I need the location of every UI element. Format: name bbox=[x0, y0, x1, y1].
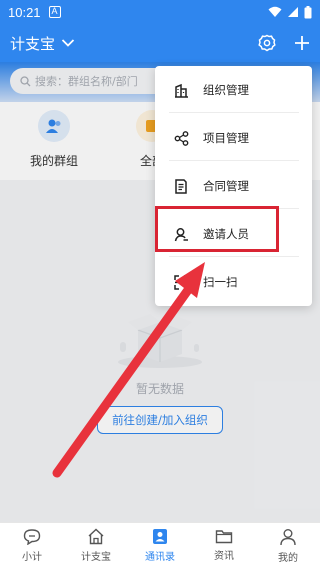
menu-item-organization-management[interactable]: 组织管理 bbox=[155, 68, 312, 112]
menu-item-project-management[interactable]: 项目管理 bbox=[155, 116, 312, 160]
tab-contacts[interactable]: 通讯录 bbox=[128, 523, 192, 568]
tab-chat[interactable]: 小计 bbox=[0, 523, 64, 568]
settings-icon[interactable] bbox=[258, 34, 276, 52]
wifi-icon bbox=[268, 6, 282, 17]
tab-home[interactable]: 计支宝 bbox=[64, 523, 128, 568]
status-icons bbox=[268, 5, 312, 19]
building-icon bbox=[173, 82, 189, 98]
bottom-tab-bar: 小计 计支宝 通讯录 资讯 我的 bbox=[0, 522, 320, 568]
tab-profile[interactable]: 我的 bbox=[256, 523, 320, 568]
share-nodes-icon bbox=[173, 130, 189, 146]
notification-badge: A bbox=[48, 6, 61, 18]
document-icon bbox=[173, 178, 189, 194]
tab-news[interactable]: 资讯 bbox=[192, 523, 256, 568]
menu-item-label: 扫一扫 bbox=[203, 275, 238, 289]
folder-icon bbox=[215, 530, 233, 544]
menu-divider bbox=[169, 160, 299, 161]
menu-item-scan[interactable]: 扫一扫 bbox=[155, 260, 312, 304]
tab-label: 小计 bbox=[22, 551, 42, 563]
tab-label: 计支宝 bbox=[81, 552, 111, 563]
tab-label: 通讯录 bbox=[145, 552, 175, 563]
menu-divider bbox=[169, 112, 299, 113]
scan-icon bbox=[173, 274, 189, 290]
highlight-box bbox=[155, 206, 279, 252]
menu-item-label: 项目管理 bbox=[203, 131, 249, 145]
status-bar: 10:21 A bbox=[0, 0, 320, 24]
app-title[interactable]: 计支宝 bbox=[10, 33, 55, 54]
menu-item-label: 合同管理 bbox=[203, 179, 249, 193]
home-icon bbox=[88, 528, 104, 545]
tab-label: 资讯 bbox=[214, 551, 234, 562]
status-time: 10:21 bbox=[8, 4, 41, 20]
battery-icon bbox=[304, 5, 312, 18]
tab-label: 我的 bbox=[278, 552, 298, 564]
chat-icon bbox=[23, 528, 41, 545]
profile-icon bbox=[280, 528, 296, 545]
menu-divider bbox=[169, 256, 299, 257]
chevron-down-icon[interactable] bbox=[61, 38, 75, 48]
add-icon[interactable] bbox=[294, 35, 310, 51]
menu-item-label: 组织管理 bbox=[203, 83, 249, 97]
app-bar: 计支宝 bbox=[0, 24, 320, 62]
signal-icon bbox=[288, 7, 298, 17]
menu-item-contract-management[interactable]: 合同管理 bbox=[155, 164, 312, 208]
dropdown-menu: 组织管理 项目管理 合同管理 邀请人员 扫一扫 bbox=[155, 66, 312, 306]
contacts-icon bbox=[153, 529, 167, 544]
